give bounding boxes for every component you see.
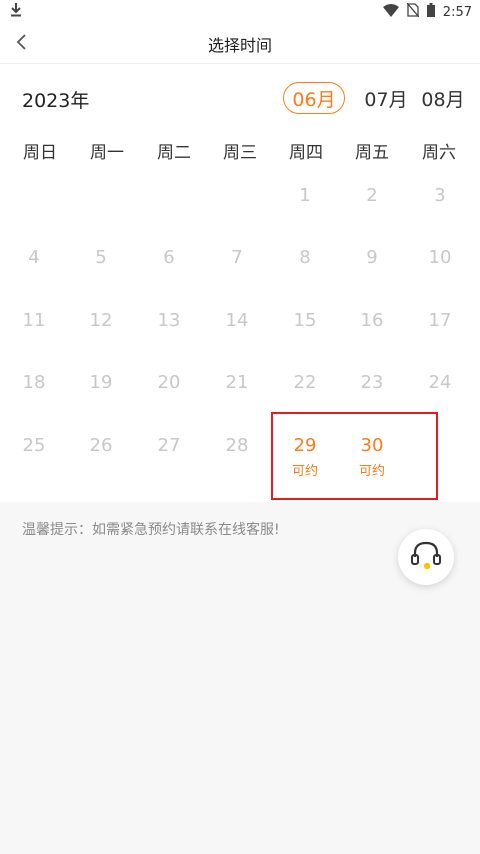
weekday-mon: 周一 [90,143,124,163]
calendar-day-14: 14 [207,309,267,333]
chevron-left-icon [15,33,29,55]
headset-icon [410,540,442,574]
calendar-day-8: 8 [275,246,335,270]
calendar-day-10: 10 [410,246,470,270]
weekday-thu: 周四 [289,143,323,163]
calendar-day-1: 1 [275,184,335,208]
calendar-day-23: 23 [342,371,402,395]
status-time: 2:57 [442,4,472,20]
download-icon [10,3,22,21]
day-number: 10 [428,247,452,268]
calendar-day-27: 27 [139,434,199,458]
day-number: 9 [366,247,378,268]
year-label: 2023年 [22,90,90,112]
weekday-header: 周日 周一 周二 周三 周四 周五 周六 [0,138,480,163]
calendar-day-15: 15 [275,309,335,333]
calendar-day-18: 18 [4,371,64,395]
calendar-day-22: 22 [275,371,335,395]
day-number: 28 [225,435,249,456]
weekday-wed: 周三 [223,143,257,163]
calendar-day-26: 26 [71,434,131,458]
wifi-icon [382,3,399,21]
day-number: 3 [434,185,446,206]
calendar-day-17: 17 [410,309,470,333]
day-number: 22 [293,372,317,393]
day-number: 29 [293,435,317,456]
tip-text: 温馨提示：如需紧急预约请联系在线客服! [22,522,280,538]
weekday-sat: 周六 [422,143,456,163]
day-number: 2 [366,185,378,206]
calendar-day-5: 5 [71,246,131,270]
month-tab-07[interactable]: 07月 [358,82,414,114]
calendar-day-28: 28 [207,434,267,458]
day-number: 18 [22,372,46,393]
calendar-day-24: 24 [410,371,470,395]
calendar-day-25: 25 [4,434,64,458]
day-number: 25 [22,435,46,456]
calendar-day-19: 19 [71,371,131,395]
calendar-day-12: 12 [71,309,131,333]
calendar-day-29[interactable]: 29 可约 [275,434,335,479]
weekday-fri: 周五 [355,143,389,163]
month-tab-06[interactable]: 06月 [283,82,345,114]
calendar-day-13: 13 [139,309,199,333]
day-number: 30 [360,435,384,456]
day-number: 7 [231,247,243,268]
day-number: 8 [299,247,311,268]
calendar-day-6: 6 [139,246,199,270]
calendar-day-3: 3 [410,184,470,208]
day-number: 17 [428,310,452,331]
day-number: 23 [360,372,384,393]
calendar-day-30[interactable]: 30 可约 [342,434,402,479]
page-title: 选择时间 [207,35,272,55]
day-availability-label: 可约 [358,464,385,479]
day-number: 13 [157,310,181,331]
day-number: 16 [360,310,384,331]
no-sim-icon [406,2,420,21]
status-bar: 2:57 [0,0,480,24]
calendar-day-20: 20 [139,371,199,395]
day-number: 5 [95,247,107,268]
month-tab-08[interactable]: 08月 [415,82,471,114]
day-number: 24 [428,372,452,393]
day-number: 4 [28,247,40,268]
day-number: 12 [89,310,113,331]
calendar-day-11: 11 [4,309,64,333]
customer-service-button[interactable] [398,529,454,585]
nav-bar: 选择时间 [0,24,480,64]
day-number: 20 [157,372,181,393]
calendar-day-4: 4 [4,246,64,270]
calendar-day-16: 16 [342,309,402,333]
day-number: 21 [225,372,249,393]
day-number: 27 [157,435,181,456]
calendar-day-21: 21 [207,371,267,395]
calendar-day-7: 7 [207,246,267,270]
weekday-sun: 周日 [23,143,57,163]
day-number: 6 [163,247,175,268]
day-number: 11 [22,310,46,331]
battery-icon [426,3,435,21]
day-number: 19 [89,372,113,393]
calendar-day-9: 9 [342,246,402,270]
calendar: 2023年 06月 07月 08月 周日 周一 周二 周三 周四 周五 周六 1… [0,64,480,502]
calendar-day-2: 2 [342,184,402,208]
day-number: 1 [299,185,311,206]
back-button[interactable] [8,30,36,58]
day-availability-label: 可约 [291,464,318,479]
day-number: 26 [89,435,113,456]
day-number: 15 [293,310,317,331]
calendar-header: 2023年 06月 07月 08月 [0,80,480,118]
day-number: 14 [225,310,249,331]
weekday-tue: 周二 [157,143,191,163]
